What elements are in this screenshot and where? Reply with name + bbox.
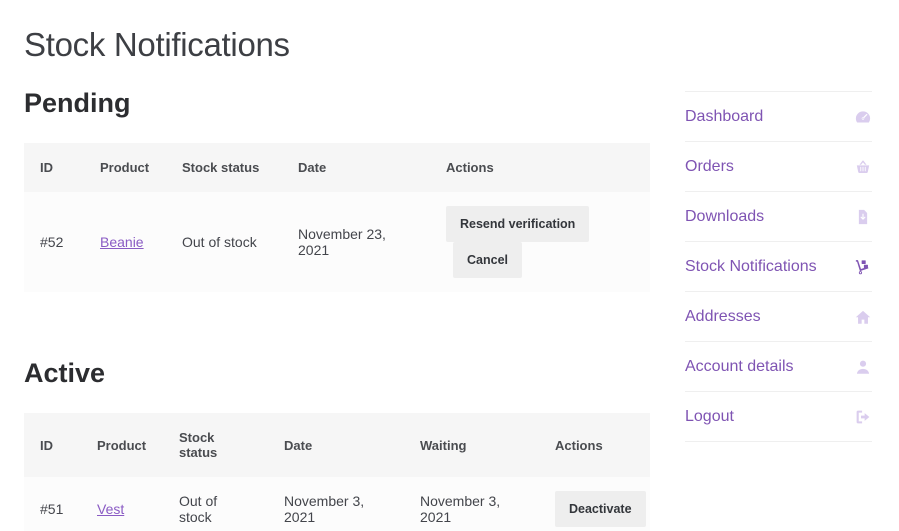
active-col-stock: Stock status	[163, 413, 268, 477]
sidebar-item-addresses[interactable]: Addresses	[685, 292, 872, 342]
sidebar-item-label: Addresses	[685, 307, 761, 325]
account-nav-list: Dashboard Orders Downloads Stock Notific…	[685, 91, 872, 442]
pending-col-id: ID	[24, 143, 84, 192]
sidebar-item-label: Account details	[685, 357, 794, 375]
table-row: #52 Beanie Out of stock November 23, 202…	[24, 192, 650, 292]
deactivate-button[interactable]: Deactivate	[555, 491, 646, 527]
main-content: Stock Notifications Pending ID Product S…	[24, 0, 650, 531]
pending-section-heading: Pending	[24, 88, 131, 118]
product-link-vest[interactable]: Vest	[97, 501, 124, 517]
pending-table: ID Product Stock status Date Actions #52…	[24, 143, 650, 292]
active-row-id: #51	[24, 477, 81, 531]
sidebar-item-logout[interactable]: Logout	[685, 392, 872, 442]
sidebar-item-dashboard[interactable]: Dashboard	[685, 92, 872, 142]
page-title: Stock Notifications	[24, 26, 290, 63]
active-row-waiting: November 3, 2021	[404, 477, 539, 531]
home-icon	[854, 308, 872, 326]
sidebar-item-label: Logout	[685, 407, 734, 425]
pending-row-actions: Resend verificationCancel	[430, 192, 650, 292]
product-link-beanie[interactable]: Beanie	[100, 234, 144, 250]
active-col-date: Date	[268, 413, 404, 477]
sidebar-item-orders[interactable]: Orders	[685, 142, 872, 192]
pending-col-actions: Actions	[430, 143, 650, 192]
sidebar-item-label: Dashboard	[685, 107, 764, 125]
active-col-actions: Actions	[539, 413, 650, 477]
sign-out-icon	[854, 408, 872, 426]
active-row-date: November 3, 2021	[268, 477, 404, 531]
account-sidebar: Dashboard Orders Downloads Stock Notific…	[685, 91, 872, 442]
sidebar-item-stock-notifications[interactable]: Stock Notifications	[685, 242, 872, 292]
dashboard-gauge-icon	[854, 108, 872, 126]
sidebar-item-label: Stock Notifications	[685, 257, 817, 275]
resend-verification-button[interactable]: Resend verification	[446, 206, 590, 242]
active-row-stock: Out of stock	[163, 477, 268, 531]
pending-row-stock: Out of stock	[166, 192, 282, 292]
cancel-button[interactable]: Cancel	[453, 242, 522, 278]
active-col-waiting: Waiting	[404, 413, 539, 477]
pending-col-stock: Stock status	[166, 143, 282, 192]
active-row-actions: Deactivate	[539, 477, 650, 531]
active-table-header-row: ID Product Stock status Date Waiting Act…	[24, 413, 650, 477]
pending-row-id: #52	[24, 192, 84, 292]
pending-col-product: Product	[84, 143, 166, 192]
pending-table-header-row: ID Product Stock status Date Actions	[24, 143, 650, 192]
shopping-basket-icon	[854, 158, 872, 176]
active-table: ID Product Stock status Date Waiting Act…	[24, 413, 650, 531]
active-col-id: ID	[24, 413, 81, 477]
pending-row-date: November 23, 2021	[282, 192, 430, 292]
active-col-product: Product	[81, 413, 163, 477]
sidebar-item-downloads[interactable]: Downloads	[685, 192, 872, 242]
sidebar-item-label: Downloads	[685, 207, 765, 225]
stock-notifications-page: Stock Notifications Pending ID Product S…	[0, 0, 899, 531]
pending-col-date: Date	[282, 143, 430, 192]
sidebar-item-label: Orders	[685, 157, 734, 175]
file-download-icon	[854, 208, 872, 226]
active-section-heading: Active	[24, 358, 106, 388]
user-icon	[854, 358, 872, 376]
sidebar-item-account-details[interactable]: Account details	[685, 342, 872, 392]
table-row: #51 Vest Out of stock November 3, 2021 N…	[24, 477, 650, 531]
dolly-icon	[854, 258, 872, 276]
